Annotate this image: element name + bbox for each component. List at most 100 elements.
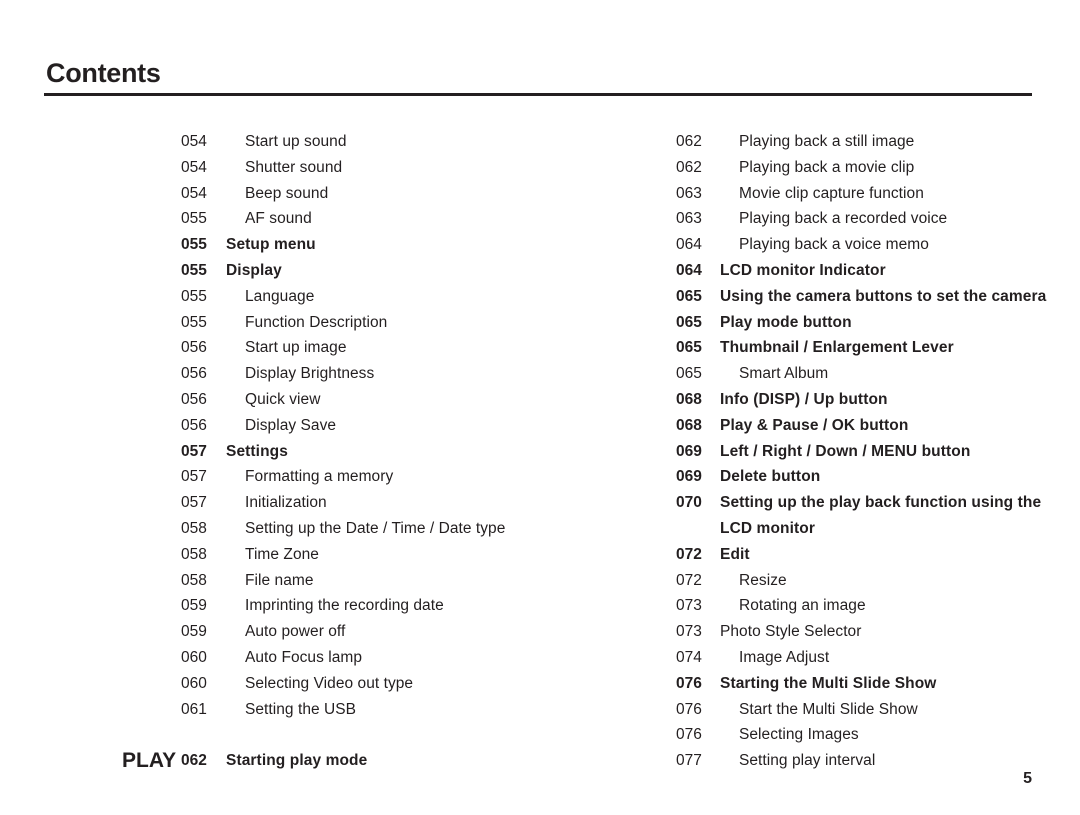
toc-entry-label[interactable]: Photo Style Selector (720, 619, 861, 645)
header-divider (44, 93, 1032, 96)
toc-entry-label[interactable]: Start up sound (245, 129, 347, 155)
toc-entry-label[interactable]: Setting play interval (739, 748, 875, 774)
toc-entry-label[interactable]: Function Description (245, 310, 387, 336)
toc-page-number[interactable]: 063 (676, 206, 718, 232)
toc-page-number[interactable]: 054 (181, 155, 223, 181)
toc-page-number[interactable]: 076 (676, 671, 718, 697)
toc-page-number[interactable]: 057 (181, 439, 223, 465)
toc-entry-label[interactable]: Playing back a voice memo (739, 232, 929, 258)
toc-entry-label[interactable]: Imprinting the recording date (245, 593, 444, 619)
toc-entry-label[interactable]: Play & Pause / OK button (720, 413, 908, 439)
toc-page-number[interactable]: 065 (676, 335, 718, 361)
toc-entry-label[interactable]: Setting up the play back function using … (720, 490, 1050, 542)
toc-entry: 059 Imprinting the recording date (122, 593, 592, 619)
toc-page-number[interactable]: 055 (181, 258, 223, 284)
toc-entry-label[interactable]: Selecting Images (739, 722, 859, 748)
toc-page-number[interactable]: 058 (181, 542, 223, 568)
toc-page-number[interactable]: 072 (676, 568, 718, 594)
toc-entry: 069 Delete button (616, 464, 1046, 490)
toc-entry-label[interactable]: Auto Focus lamp (245, 645, 362, 671)
toc-entry-label[interactable]: Play mode button (720, 310, 852, 336)
toc-entry-label[interactable]: LCD monitor Indicator (720, 258, 886, 284)
toc-entry-label[interactable]: Thumbnail / Enlargement Lever (720, 335, 954, 361)
toc-page-number[interactable]: 064 (676, 232, 718, 258)
toc-entry-label[interactable]: Start up image (245, 335, 347, 361)
toc-page-number[interactable]: 059 (181, 619, 223, 645)
toc-page-number[interactable]: 074 (676, 645, 718, 671)
toc-entry-label[interactable]: Info (DISP) / Up button (720, 387, 888, 413)
toc-entry-label[interactable]: Setup menu (226, 232, 316, 258)
toc-entry-label[interactable]: Start the Multi Slide Show (739, 697, 918, 723)
toc-page-number[interactable]: 072 (676, 542, 718, 568)
toc-page-number[interactable]: 065 (676, 310, 718, 336)
toc-page-number[interactable]: 056 (181, 387, 223, 413)
toc-page-number[interactable]: 055 (181, 310, 223, 336)
toc-page-number[interactable]: 064 (676, 258, 718, 284)
toc-page-number[interactable]: 073 (676, 619, 718, 645)
toc-entry-label[interactable]: Delete button (720, 464, 820, 490)
toc-entry-label[interactable]: Display (226, 258, 282, 284)
toc-page-number[interactable]: 060 (181, 645, 223, 671)
toc-page-number[interactable]: 058 (181, 568, 223, 594)
toc-entry-label[interactable]: Time Zone (245, 542, 319, 568)
toc-page-number[interactable]: 076 (676, 697, 718, 723)
toc-page-number[interactable]: 062 (676, 155, 718, 181)
toc-page-number[interactable]: 065 (676, 361, 718, 387)
toc-entry-label[interactable]: Display Brightness (245, 361, 374, 387)
toc-page-number[interactable]: 054 (181, 129, 223, 155)
toc-entry-label[interactable]: Smart Album (739, 361, 828, 387)
toc-entry-label[interactable]: Formatting a memory (245, 464, 393, 490)
toc-entry-label[interactable]: Rotating an image (739, 593, 866, 619)
toc-entry-label[interactable]: Language (245, 284, 314, 310)
toc-entry: 062 Playing back a still image (616, 129, 1046, 155)
toc-entry-label[interactable]: Edit (720, 542, 750, 568)
toc-page-number[interactable]: 077 (676, 748, 718, 774)
toc-entry-label[interactable]: Initialization (245, 490, 327, 516)
toc-page-number[interactable]: 060 (181, 671, 223, 697)
toc-page-number[interactable]: 056 (181, 413, 223, 439)
toc-page-number[interactable]: 057 (181, 490, 223, 516)
toc-page-number[interactable]: 065 (676, 284, 718, 310)
toc-page-number[interactable]: 073 (676, 593, 718, 619)
toc-page-number[interactable]: 059 (181, 593, 223, 619)
toc-page-number[interactable]: 068 (676, 387, 718, 413)
toc-page-number[interactable]: 062 (181, 748, 223, 774)
toc-entry-label[interactable]: Starting the Multi Slide Show (720, 671, 936, 697)
toc-entry-label[interactable]: Selecting Video out type (245, 671, 413, 697)
toc-entry-label[interactable]: Resize (739, 568, 787, 594)
toc-page-number[interactable]: 056 (181, 361, 223, 387)
toc-entry-label[interactable]: Starting play mode (226, 748, 367, 774)
toc-entry-label[interactable]: Using the camera buttons to set the came… (720, 284, 1046, 310)
toc-page-number[interactable]: 055 (181, 284, 223, 310)
toc-entry-label[interactable]: Quick view (245, 387, 320, 413)
toc-page-number[interactable]: 068 (676, 413, 718, 439)
toc-entry-label[interactable]: Playing back a recorded voice (739, 206, 947, 232)
toc-page-number[interactable]: 062 (676, 129, 718, 155)
toc-entry-label[interactable]: Beep sound (245, 181, 328, 207)
toc-page-number[interactable]: 069 (676, 439, 718, 465)
toc-page-number[interactable]: 057 (181, 464, 223, 490)
toc-entry-label[interactable]: Settings (226, 439, 288, 465)
toc-entry-label[interactable]: Auto power off (245, 619, 345, 645)
toc-page-number[interactable]: 055 (181, 206, 223, 232)
toc-page-number[interactable]: 058 (181, 516, 223, 542)
toc-page-number[interactable]: 069 (676, 464, 718, 490)
toc-entry-label[interactable]: File name (245, 568, 314, 594)
toc-entry-label[interactable]: AF sound (245, 206, 312, 232)
toc-entry-label[interactable]: Setting up the Date / Time / Date type (245, 516, 505, 542)
toc-entry-label[interactable]: Playing back a movie clip (739, 155, 914, 181)
toc-entry-label[interactable]: Display Save (245, 413, 336, 439)
toc-page-number[interactable]: 055 (181, 232, 223, 258)
toc-page-number[interactable]: 076 (676, 722, 718, 748)
toc-page-number[interactable]: 070 (676, 490, 718, 516)
toc-entry-label[interactable]: Image Adjust (739, 645, 829, 671)
toc-entry-label[interactable]: Shutter sound (245, 155, 342, 181)
toc-entry-label[interactable]: Movie clip capture function (739, 181, 924, 207)
toc-page-number[interactable]: 056 (181, 335, 223, 361)
toc-entry-label[interactable]: Left / Right / Down / MENU button (720, 439, 970, 465)
toc-page-number[interactable]: 061 (181, 697, 223, 723)
toc-page-number[interactable]: 063 (676, 181, 718, 207)
toc-entry-label[interactable]: Setting the USB (245, 697, 356, 723)
toc-page-number[interactable]: 054 (181, 181, 223, 207)
toc-entry-label[interactable]: Playing back a still image (739, 129, 914, 155)
